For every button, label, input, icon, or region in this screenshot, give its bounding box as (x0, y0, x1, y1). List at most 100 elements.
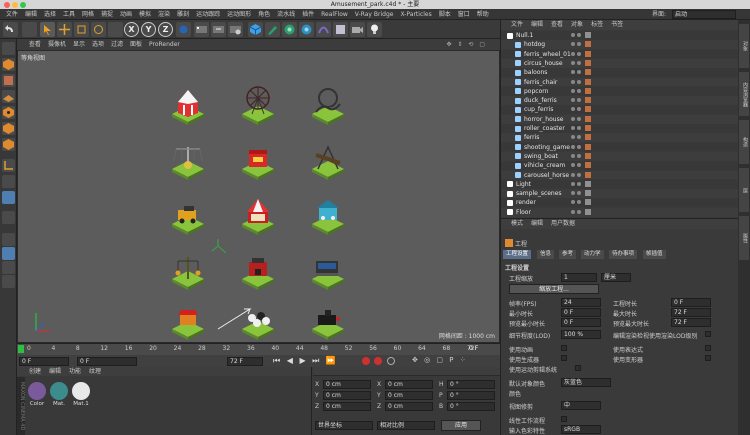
render-toggle[interactable] (577, 181, 581, 186)
scale-project-button[interactable]: 缩放工程... (509, 284, 599, 294)
object-menu-item-5[interactable]: 书签 (611, 21, 623, 28)
right-tab-1[interactable]: 内容浏览器 (739, 72, 749, 116)
menu-item-4[interactable]: 网格 (82, 11, 94, 18)
menu-item-1[interactable]: 编辑 (25, 11, 37, 18)
light-icon[interactable] (367, 22, 382, 37)
attribute-menu-item-0[interactable]: 模式 (511, 220, 523, 227)
timeline-ruler[interactable]: 0 4 8 12 16 20 24 28 32 36 40 44 48 52 56 60 64 68 72 0 F (17, 344, 500, 355)
subdivision-surface-icon[interactable] (282, 22, 297, 37)
render-toggle[interactable] (577, 163, 581, 168)
x-axis-icon[interactable]: X (124, 22, 139, 37)
menu-item-12[interactable]: 角色 (258, 11, 270, 18)
viewport-nav-icons[interactable]: ✥ ⇕ ⟲ ▢ (447, 39, 487, 50)
solo-icon[interactable] (2, 261, 15, 274)
viewport-menu-item-5[interactable]: 面板 (130, 41, 142, 48)
autokey-icon[interactable] (374, 357, 382, 365)
menu-item-18[interactable]: 脚本 (439, 11, 451, 18)
y-axis-icon[interactable]: Y (141, 22, 156, 37)
axis-lock-icon[interactable] (2, 275, 15, 288)
edges-mode-icon[interactable] (2, 122, 15, 135)
viewport-menu-item-3[interactable]: 选项 (92, 41, 104, 48)
view-clipping-select[interactable]: 中 (561, 401, 601, 410)
fps-field[interactable]: 24 (561, 298, 601, 307)
make-editable-icon[interactable] (2, 42, 15, 55)
use-expressions-checkbox[interactable] (705, 345, 711, 351)
select-arrow-icon[interactable] (40, 22, 55, 37)
attribute-tab-3[interactable]: 动力学 (581, 250, 604, 259)
menu-item-19[interactable]: 窗口 (458, 11, 470, 18)
visibility-toggle[interactable] (571, 135, 575, 140)
object-row[interactable]: swing_boat (501, 151, 739, 161)
coord-val3-field[interactable]: 0 ° (447, 391, 495, 400)
visibility-toggle[interactable] (571, 98, 575, 103)
pen-spline-icon[interactable] (265, 22, 280, 37)
texture-mode-icon[interactable] (2, 74, 15, 87)
menu-item-6[interactable]: 动画 (120, 11, 132, 18)
object-menu-item-4[interactable]: 标签 (591, 21, 603, 28)
render-toggle[interactable] (577, 79, 581, 84)
render-toggle[interactable] (577, 209, 581, 214)
coord-val2-field[interactable]: 0 cm (385, 402, 433, 411)
project-scale-field[interactable]: 1 (561, 273, 597, 282)
viewport-menu-item-0[interactable]: 查看 (29, 41, 41, 48)
object-row[interactable]: roller_coaster (501, 124, 739, 133)
current-frame-field[interactable]: 0 F (19, 357, 69, 366)
render-toggle[interactable] (577, 200, 581, 205)
min-time-field[interactable]: 0 F (561, 308, 601, 317)
preview-min-field[interactable]: 0 F (561, 318, 601, 327)
visibility-toggle[interactable] (571, 88, 575, 93)
render-toggle[interactable] (577, 33, 581, 37)
project-length-field[interactable]: 0 F (671, 298, 711, 307)
coord-val3-field[interactable]: 0 ° (447, 402, 495, 411)
tweak-mode-icon[interactable] (2, 175, 15, 188)
scene-environment-icon[interactable] (333, 22, 348, 37)
attribute-menu-item-2[interactable]: 用户数据 (551, 220, 575, 227)
object-row[interactable]: horror_house (501, 114, 739, 124)
render-toggle[interactable] (577, 88, 581, 93)
attribute-menu-item-1[interactable]: 编辑 (531, 220, 543, 227)
menu-item-13[interactable]: 流水线 (277, 11, 295, 18)
object-menu-item-3[interactable]: 对象 (571, 21, 583, 28)
interface-select[interactable]: 启动 (672, 10, 736, 19)
max-time-field[interactable]: 72 F (671, 308, 711, 317)
recent-tool-icon[interactable] (108, 22, 123, 37)
menu-item-14[interactable]: 插件 (302, 11, 314, 18)
material-menu-item-0[interactable]: 创建 (29, 368, 41, 375)
model-mode-icon[interactable] (2, 58, 15, 71)
render-lod-checkbox[interactable] (705, 331, 711, 337)
menu-item-9[interactable]: 雕刻 (177, 11, 189, 18)
linear-workflow-checkbox[interactable] (561, 416, 567, 422)
visibility-toggle[interactable] (571, 42, 575, 47)
object-row[interactable]: ferris_chair (501, 77, 739, 87)
menu-item-15[interactable]: RealFlow (321, 11, 348, 18)
visibility-toggle[interactable] (571, 107, 575, 112)
input-color-profile-select[interactable]: sRGB (561, 425, 601, 434)
menu-item-8[interactable]: 渲染 (158, 11, 170, 18)
visibility-toggle[interactable] (571, 51, 575, 56)
object-menu-item-2[interactable]: 查看 (551, 21, 563, 28)
render-picture-viewer-icon[interactable] (211, 22, 226, 37)
undo-icon[interactable] (3, 22, 18, 37)
object-row[interactable]: shooting_game (501, 142, 739, 152)
render-toggle[interactable] (577, 42, 581, 47)
object-row[interactable]: Light (501, 179, 739, 189)
workplane-icon[interactable] (2, 90, 15, 103)
attribute-tab-2[interactable]: 参考 (559, 250, 577, 259)
object-row[interactable]: vihicle_cream (501, 161, 739, 171)
render-settings-icon[interactable] (228, 22, 243, 37)
redo-icon[interactable] (22, 22, 37, 37)
use-deformers-checkbox[interactable] (705, 355, 711, 361)
viewport-menu-item-1[interactable]: 摄像机 (48, 41, 66, 48)
menu-item-5[interactable]: 捕捉 (101, 11, 113, 18)
material-swatch[interactable]: Mat.1 (71, 381, 91, 413)
attribute-tab-4[interactable]: 待办事项 (609, 250, 638, 259)
playhead-marker[interactable] (18, 345, 24, 353)
end-frame-field[interactable]: 72 F (227, 357, 263, 366)
right-tab-4[interactable]: 属性 (739, 216, 749, 260)
3d-viewport[interactable]: 等角视图 网格间距: 1000 cm (17, 50, 500, 343)
coord-val3-field[interactable]: 0 ° (447, 380, 495, 389)
points-mode-icon[interactable] (2, 106, 15, 119)
right-tab-2[interactable]: 构造 (739, 120, 749, 164)
use-animation-checkbox[interactable] (561, 345, 567, 351)
array-icon[interactable] (299, 22, 314, 37)
